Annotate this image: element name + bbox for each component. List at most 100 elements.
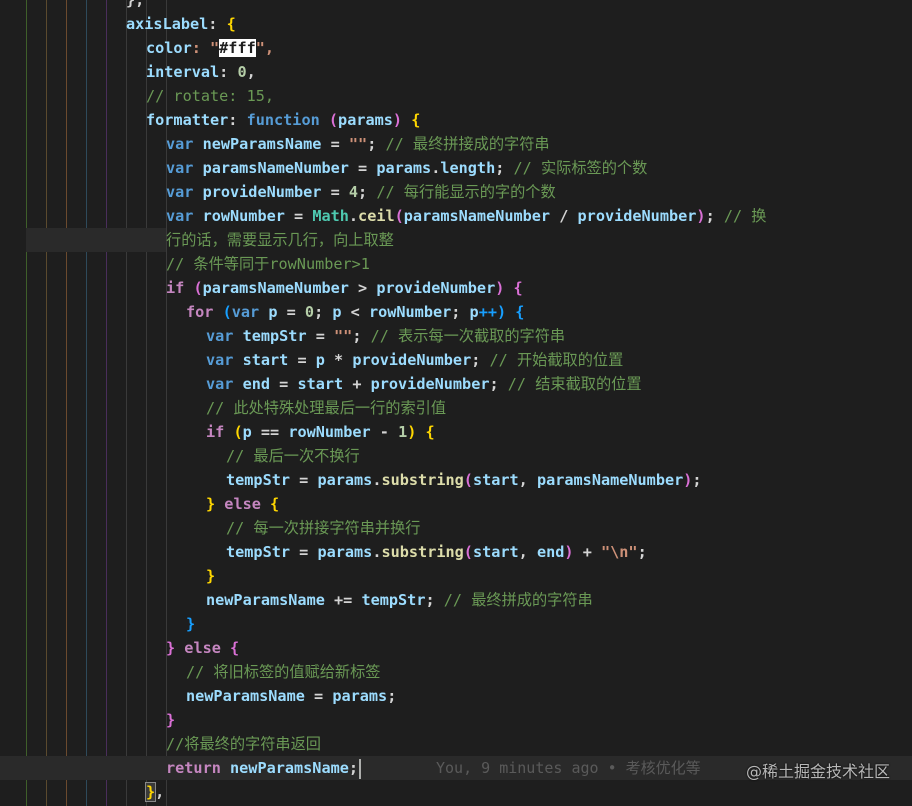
code-line[interactable]: formatter: function (params) { [0,108,912,132]
code-token: = [348,159,377,177]
code-token: var [206,327,234,345]
code-token: function [246,111,320,129]
code-token: provideNumber [352,351,472,369]
code-token: } [144,782,157,802]
code-token: * [324,351,353,369]
code-token: , [135,0,145,9]
code-token: = [321,135,349,153]
code-line[interactable]: var rowNumber = Math.ceil(paramsNameNumb… [0,204,912,228]
code-token: ( [463,543,473,561]
code-token: } [126,0,136,9]
code-token: 0 [237,63,247,81]
code-line[interactable]: var tempStr = ""; // 表示每一次截取的字符串 [0,324,912,348]
code-token: ", [255,39,275,57]
code-token: ; [348,759,359,777]
code-token: += [324,591,362,609]
code-token: newParamsName [220,759,349,777]
code-token: : [208,15,227,33]
code-token: rowNumber [193,207,285,225]
code-line[interactable]: tempStr = params.substring(start, params… [0,468,912,492]
code-token: ; [358,183,377,201]
code-line[interactable]: newParamsName = params; [0,684,912,708]
code-token: : [228,111,247,129]
code-comment: 行的话，需要显示几行，向上取整 [166,231,394,249]
code-token: paramsNameNumber [202,279,349,297]
code-token: end [536,543,565,561]
code-line[interactable]: } else { [0,492,912,516]
code-line[interactable]: //将最终的字符串返回 [0,732,912,756]
code-token: ++) [478,303,516,321]
code-token: ( [319,111,339,129]
code-line[interactable]: } else { [0,636,912,660]
code-token: ) [495,279,514,297]
code-token: var [166,207,194,225]
code-editor[interactable]: }, axisLabel: { color: "#fff", interval:… [0,0,912,806]
code-line[interactable]: // 此处特殊处理最后一行的索引值 [0,396,912,420]
code-token: ; [637,543,647,561]
code-line[interactable]: // 条件等同于rowNumber>1 [0,252,912,276]
code-token: ; [387,687,397,705]
code-line[interactable]: // 每一次拼接字符串并换行 [0,516,912,540]
code-line[interactable]: }, [0,780,912,804]
code-token: provideNumber [577,207,697,225]
code-token: p [315,351,325,369]
code-token: params [317,471,373,489]
code-token: = [290,543,318,561]
code-token: params [332,687,388,705]
code-token: . [348,207,359,225]
code-line[interactable]: var newParamsName = ""; // 最终拼接成的字符串 [0,132,912,156]
code-token: newParamsName [206,591,325,609]
code-token: tempStr [361,591,426,609]
code-line[interactable]: var start = p * provideNumber; // 开始截取的位… [0,348,912,372]
code-token: = [284,207,313,225]
code-line[interactable]: var provideNumber = 4; // 每行能显示的字的个数 [0,180,912,204]
code-line[interactable]: if (paramsNameNumber > provideNumber) { [0,276,912,300]
code-token: #fff [219,39,256,57]
code-line[interactable]: var paramsNameNumber = params.length; //… [0,156,912,180]
code-line[interactable]: color: "#fff", [0,36,912,60]
code-comment: // 此处特殊处理最后一行的索引值 [206,399,447,417]
code-comment: // 换 [723,207,767,225]
watermark: @稀土掘金技术社区 [745,762,890,781]
code-token: { [425,423,435,441]
code-token: : " [191,39,220,57]
code-token: tempStr [226,543,291,561]
code-token: - [370,423,399,441]
code-token: start [297,375,344,393]
code-token: provideNumber [193,183,322,201]
code-token: ; [352,327,371,345]
code-line[interactable]: for (var p = 0; p < rowNumber; p++) { [0,300,912,324]
code-line[interactable]: interval: 0, [0,60,912,84]
code-comment: // 开始截取的位置 [489,351,624,369]
code-line[interactable]: } [0,612,912,636]
code-token: if [206,423,225,441]
code-line[interactable]: }, [0,0,912,12]
code-token: var [166,159,194,177]
code-token: } [166,639,176,657]
code-token: if [166,279,185,297]
code-token: { [226,15,236,33]
code-line[interactable]: if (p == rowNumber - 1) { [0,420,912,444]
code-line[interactable]: // 最后一次不换行 [0,444,912,468]
code-token: var [231,303,260,321]
code-token: p [332,303,342,321]
code-comment: //将最终的字符串返回 [166,735,321,753]
code-token: { [513,279,523,297]
code-line[interactable]: var end = start + provideNumber; // 结束截取… [0,372,912,396]
code-token: end [233,375,271,393]
code-line[interactable]: axisLabel: { [0,12,912,36]
code-line-wrapped[interactable]: 行的话，需要显示几行，向上取整 [0,228,912,252]
code-line[interactable]: } [0,564,912,588]
code-line[interactable]: } [0,708,912,732]
code-token: { [270,495,280,513]
code-line[interactable]: // 将旧标签的值赋给新标签 [0,660,912,684]
code-token: start [233,351,289,369]
code-token: "" [334,327,353,345]
code-token: ( [184,279,203,297]
code-line[interactable]: tempStr = params.substring(start, end) +… [0,540,912,564]
code-line[interactable]: // rotate: 15, [0,84,912,108]
code-token: ; [471,351,490,369]
code-comment: // 最后一次不换行 [226,447,360,465]
code-comment: // 表示每一次截取的字符串 [370,327,566,345]
code-line[interactable]: newParamsName += tempStr; // 最终拼成的字符串 [0,588,912,612]
